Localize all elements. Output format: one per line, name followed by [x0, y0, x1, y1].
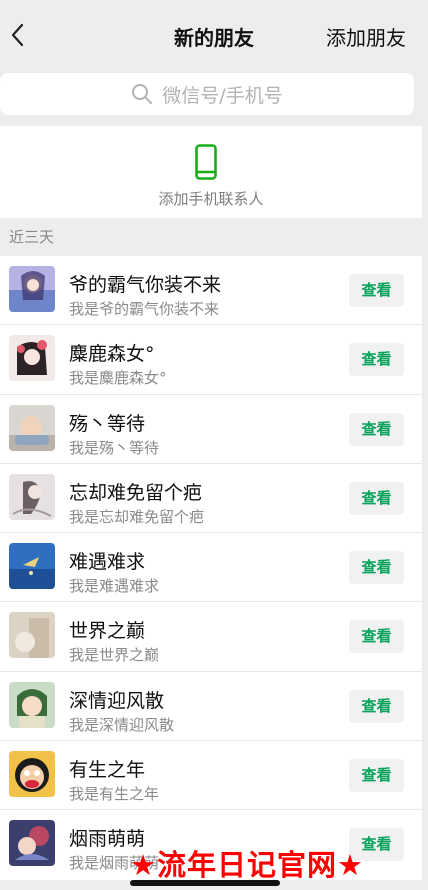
avatar	[9, 612, 55, 659]
add-phone-contacts-label: 添加手机联系人	[158, 190, 264, 208]
friend-request-row[interactable]: 殇丶等待 我是殇丶等待 查看	[0, 395, 422, 464]
request-message: 我是爷的霸气你装不来	[69, 300, 220, 318]
request-message: 我是麋鹿森女°	[69, 369, 167, 388]
search-input[interactable]: 微信号/手机号	[0, 73, 414, 115]
friend-request-row[interactable]: 麋鹿森女° 我是麋鹿森女° 查看	[0, 325, 422, 395]
add-friend-button[interactable]: 添加朋友	[326, 22, 406, 51]
view-button[interactable]: 查看	[349, 412, 404, 446]
request-name: 难遇难求	[69, 551, 146, 574]
view-button[interactable]: 查看	[349, 689, 404, 723]
request-message: 我是难遇难求	[69, 577, 160, 596]
request-name: 有生之年	[69, 759, 146, 782]
home-indicator[interactable]	[130, 880, 280, 886]
avatar	[9, 266, 55, 312]
friend-request-row[interactable]: 世界之巅 我是世界之巅 查看	[0, 602, 422, 672]
nav-bar: 新的朋友 添加朋友	[0, 0, 428, 72]
request-message: 我是忘却难免留个疤	[69, 507, 205, 526]
mobile-phone-icon	[195, 144, 217, 180]
avatar	[9, 820, 55, 867]
new-friends-screen: 新的朋友 添加朋友 微信号/手机号 添加手机联系人 近三天 爷的霸气你装不来 我…	[0, 0, 428, 890]
view-button[interactable]: 查看	[349, 551, 404, 585]
request-name: 深情迎风散	[69, 689, 165, 712]
add-phone-contacts-button[interactable]: 添加手机联系人	[0, 126, 422, 218]
view-button[interactable]: 查看	[349, 620, 404, 654]
friend-request-row[interactable]: 深情迎风散 我是深情迎风散 查看	[0, 672, 422, 742]
avatar	[9, 404, 55, 451]
section-header: 近三天	[9, 228, 55, 246]
friend-request-row[interactable]: 难遇难求 我是难遇难求 查看	[0, 533, 422, 603]
request-message: 我是有生之年	[69, 785, 160, 804]
request-message: 我是殇丶等待	[69, 438, 160, 457]
request-name: 殇丶等待	[69, 412, 146, 435]
search-icon	[132, 84, 153, 104]
friend-request-row[interactable]: 忘却难免留个疤 我是忘却难免留个疤 查看	[0, 464, 422, 534]
avatar	[9, 473, 55, 520]
avatar	[9, 335, 55, 382]
request-name: 世界之巅	[69, 620, 146, 643]
watermark: ★流年日记官网★	[130, 848, 364, 882]
avatar	[9, 543, 55, 590]
view-button[interactable]: 查看	[349, 481, 404, 515]
friend-request-list: 爷的霸气你装不来 我是爷的霸气你装不来 查看 麋鹿森女° 我是麋鹿森女° 查看	[0, 256, 422, 880]
request-message: 我是深情迎风散	[69, 715, 175, 734]
search-placeholder: 微信号/手机号	[162, 84, 283, 107]
view-button[interactable]: 查看	[349, 274, 404, 307]
friend-request-row[interactable]: 爷的霸气你装不来 我是爷的霸气你装不来 查看	[0, 256, 422, 326]
view-button[interactable]: 查看	[349, 759, 404, 793]
request-name: 爷的霸气你装不来	[69, 274, 222, 296]
friend-request-row[interactable]: 有生之年 我是有生之年 查看	[0, 741, 422, 811]
request-message: 我是世界之巅	[69, 646, 160, 665]
avatar	[9, 751, 55, 798]
request-name: 麋鹿森女°	[69, 343, 155, 366]
request-name: 忘却难免留个疤	[69, 481, 203, 504]
view-button[interactable]: 查看	[349, 343, 404, 377]
avatar	[9, 681, 55, 728]
